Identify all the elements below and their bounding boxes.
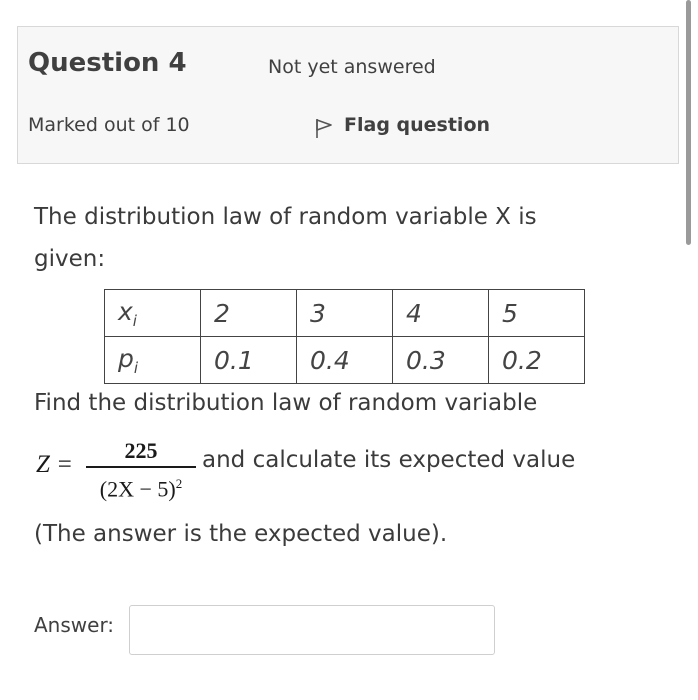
table-cell: 5 <box>488 289 585 337</box>
table-cell: 0.4 <box>296 336 393 384</box>
table-row-header: pi <box>104 336 201 384</box>
table-cell: 0.2 <box>488 336 585 384</box>
flag-question-label: Flag question <box>344 114 491 136</box>
formula-denominator: (2X − 5)2 <box>99 476 183 502</box>
answer-note: (The answer is the expected value). <box>34 521 448 547</box>
flag-question-button[interactable]: Flag question <box>314 111 490 139</box>
formula-fraction: 225 (2X − 5)2 <box>86 437 196 503</box>
formula-numerator: 225 <box>124 438 158 463</box>
table-row: pi 0.1 0.4 0.3 0.2 <box>104 336 585 384</box>
distribution-table: xi 2 3 4 5 pi 0.1 0.4 0.3 0.2 <box>104 289 585 384</box>
scrollbar[interactable] <box>686 0 691 245</box>
table-cell: 3 <box>296 289 393 337</box>
table-cell: 4 <box>392 289 489 337</box>
question-number: Question 4 <box>28 48 187 78</box>
answer-input[interactable] <box>129 605 495 655</box>
question-grade: Marked out of 10 <box>28 114 190 136</box>
find-text: Find the distribution law of random vari… <box>34 390 538 416</box>
table-row: xi 2 3 4 5 <box>104 289 585 337</box>
formula-tail-text: and calculate its expected value <box>202 447 576 473</box>
table-cell: 0.1 <box>200 336 297 384</box>
fraction-bar <box>86 466 196 468</box>
table-cell: 0.3 <box>392 336 489 384</box>
table-row-header: xi <box>104 289 201 337</box>
question-info-box: Question 4 Not yet answered Marked out o… <box>17 26 679 164</box>
answer-label: Answer: <box>34 613 115 637</box>
formula-lhs: Z = <box>36 451 74 478</box>
flag-icon <box>316 119 332 138</box>
question-state: Not yet answered <box>268 56 436 78</box>
question-intro-text: The distribution law of random variable … <box>34 204 537 272</box>
table-cell: 2 <box>200 289 297 337</box>
